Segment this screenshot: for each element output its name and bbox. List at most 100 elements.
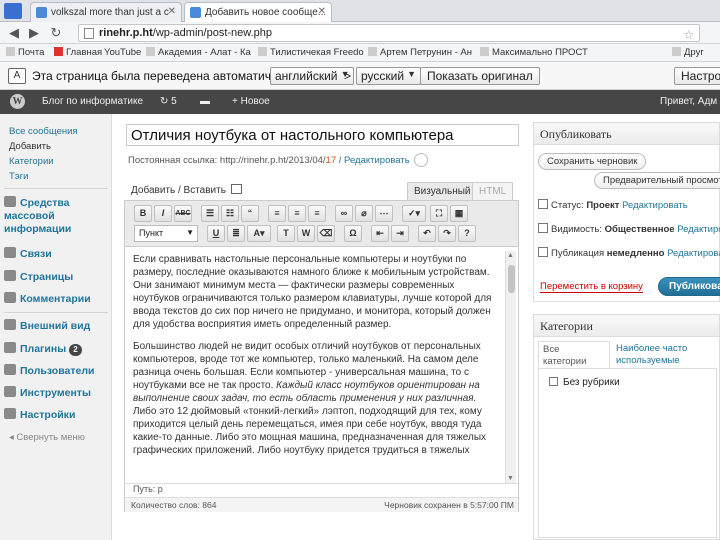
sidebar-item-all-posts[interactable]: Все сообщения xyxy=(9,126,78,137)
back-icon[interactable]: ◀ xyxy=(6,25,22,41)
site-name-link[interactable]: Блог по информатике xyxy=(42,96,143,107)
collapse-menu-link[interactable]: ◂ Свернуть меню xyxy=(9,432,85,443)
undo-icon[interactable]: ↶ xyxy=(418,225,436,242)
sidebar-item-appearance[interactable]: Внешний вид xyxy=(4,319,90,332)
schedule-edit-link[interactable]: Редактировать xyxy=(667,248,720,259)
post-title-input[interactable]: Отличия ноутбука от настольного компьюте… xyxy=(126,124,519,146)
spellcheck-icon[interactable]: ✓▾ xyxy=(402,205,426,222)
paste-word-icon[interactable]: W xyxy=(297,225,315,242)
outdent-icon[interactable]: ⇤ xyxy=(371,225,389,242)
source-language-select[interactable]: английский ▼ xyxy=(270,67,355,85)
strikethrough-icon[interactable]: ABC xyxy=(174,205,192,222)
permalink-edit-link[interactable]: / Редактировать xyxy=(339,155,410,166)
menu-separator xyxy=(4,188,108,189)
category-list: Без рубрики xyxy=(538,368,717,538)
permalink-slug[interactable]: 17 xyxy=(326,155,337,166)
special-char-icon[interactable]: Ω xyxy=(344,225,362,242)
add-media-link[interactable]: Добавить / Вставить xyxy=(131,184,242,196)
paste-text-icon[interactable]: T xyxy=(277,225,295,242)
text-color-icon[interactable]: A▾ xyxy=(247,225,271,242)
scroll-down-icon[interactable]: ▼ xyxy=(507,475,514,482)
status-edit-link[interactable]: Редактировать xyxy=(622,200,688,211)
sidebar-item-categories[interactable]: Категории xyxy=(9,156,54,167)
italic-icon[interactable]: I xyxy=(154,205,172,222)
sidebar-item-plugins[interactable]: Плагины 2 xyxy=(4,342,82,356)
bookmark-item[interactable]: Максимально ПРОСТ xyxy=(480,47,588,58)
url-field[interactable]: rinehr.p.ht/wp-admin/post-new.php ☆ xyxy=(78,24,700,42)
blockquote-icon[interactable]: “ xyxy=(241,205,259,222)
bookmark-item[interactable]: Академия - Алат - Ка xyxy=(146,47,251,58)
kitchen-sink-icon[interactable]: ▦ xyxy=(450,205,468,222)
link-icon[interactable]: ∞ xyxy=(335,205,353,222)
bookmark-item[interactable]: YouTube xyxy=(104,47,141,58)
indent-icon[interactable]: ⇥ xyxy=(391,225,409,242)
category-item[interactable]: Без рубрики xyxy=(549,377,620,388)
fullscreen-icon[interactable]: ⛶ xyxy=(430,205,448,222)
clear-formatting-icon[interactable]: ⌫ xyxy=(317,225,335,242)
bookmark-item[interactable]: Друг xyxy=(672,47,704,58)
redo-icon[interactable]: ↷ xyxy=(438,225,456,242)
scroll-up-icon[interactable]: ▲ xyxy=(507,252,514,259)
sidebar-item-tools[interactable]: Инструменты xyxy=(4,386,91,399)
align-left-icon[interactable]: ≡ xyxy=(268,205,286,222)
bullet-list-icon[interactable]: ☰ xyxy=(201,205,219,222)
tab-all-categories[interactable]: Все категории xyxy=(538,341,610,369)
address-bar: ◀ ▶ ↻ rinehr.p.ht/wp-admin/post-new.php … xyxy=(0,22,720,44)
help-icon[interactable]: ? xyxy=(458,225,476,242)
show-original-button[interactable]: Показать оригинал xyxy=(420,67,540,85)
format-select[interactable]: Пункт ▼ xyxy=(134,225,198,242)
target-language-select[interactable]: русский ▼ xyxy=(356,67,422,85)
calendar-icon xyxy=(538,247,548,257)
browser-tab-active[interactable]: Добавить новое сообще... ✕ xyxy=(184,2,332,22)
url-path: /wp-admin/post-new.php xyxy=(152,27,273,39)
tab-popular-categories[interactable]: Наиболее часто используемые xyxy=(612,341,716,369)
close-tab-icon[interactable]: ✕ xyxy=(168,6,176,17)
new-content-link[interactable]: + Новое xyxy=(232,96,270,107)
bookmark-item[interactable]: Артем Петрунин - Ан xyxy=(368,47,472,58)
preview-button[interactable]: Предварительный просмотр xyxy=(594,172,720,189)
move-to-trash-link[interactable]: Переместить в корзину xyxy=(540,281,643,293)
more-tag-icon[interactable]: ⋯ xyxy=(375,205,393,222)
justify-icon[interactable]: ≣ xyxy=(227,225,245,242)
translate-settings-button[interactable]: Настройки xyxy=(674,67,720,85)
bookmark-item[interactable]: Почта xyxy=(6,47,44,58)
align-center-icon[interactable]: ≡ xyxy=(288,205,306,222)
numbered-list-icon[interactable]: ☷ xyxy=(221,205,239,222)
unlink-icon[interactable]: ⌀ xyxy=(355,205,373,222)
sidebar-item-comments[interactable]: Комментарии xyxy=(4,292,91,305)
publish-button[interactable]: Публиковать xyxy=(658,277,720,296)
comments-icon[interactable]: ▬ xyxy=(200,96,210,107)
bookmark-star-icon[interactable]: ☆ xyxy=(683,28,694,42)
greeting-link[interactable]: Привет, Адм xyxy=(660,96,717,107)
tools-icon xyxy=(4,386,16,397)
bookmark-item[interactable]: Тилистичекая Freedo xyxy=(258,47,364,58)
tab-html[interactable]: HTML xyxy=(472,182,514,201)
sidebar-item-links[interactable]: Связи xyxy=(4,247,52,260)
editor-content[interactable]: Если сравнивать настольные персональные … xyxy=(133,253,497,481)
underline-icon[interactable]: U xyxy=(207,225,225,242)
tab-visual[interactable]: Визуальный xyxy=(407,182,478,201)
scroll-thumb[interactable] xyxy=(508,265,515,293)
bold-icon[interactable]: B xyxy=(134,205,152,222)
post-visibility: Видимость: Общественное Редактировать xyxy=(538,223,720,235)
category-checkbox[interactable] xyxy=(549,377,558,386)
browser-tab[interactable]: volkszal more than just a c ✕ xyxy=(30,2,182,22)
sidebar-item-tags[interactable]: Тэги xyxy=(9,171,28,182)
visibility-edit-link[interactable]: Редактировать xyxy=(677,224,720,235)
sidebar-item-media[interactable]: Средства массовой информации xyxy=(4,196,108,236)
sidebar-item-users[interactable]: Пользователи xyxy=(4,364,94,377)
close-tab-icon[interactable]: ✕ xyxy=(318,6,326,17)
bookmark-item[interactable]: Главная xyxy=(54,47,102,58)
align-right-icon[interactable]: ≡ xyxy=(308,205,326,222)
permalink: Постоянная ссылка: http://rinehr.p.ht/20… xyxy=(128,153,429,167)
forward-icon[interactable]: ▶ xyxy=(26,25,42,41)
sidebar-item-pages[interactable]: Страницы xyxy=(4,270,73,283)
editor-scrollbar[interactable]: ▲ ▼ xyxy=(505,251,516,483)
wordpress-logo-icon[interactable]: W xyxy=(10,94,25,109)
browser-menu-icon[interactable] xyxy=(4,3,22,19)
sidebar-item-add-post[interactable]: Добавить xyxy=(9,141,51,152)
save-draft-button[interactable]: Сохранить черновик xyxy=(538,153,647,170)
sidebar-item-settings[interactable]: Настройки xyxy=(4,408,75,421)
updates-link[interactable]: ↻ 5 xyxy=(160,96,177,107)
reload-icon[interactable]: ↻ xyxy=(48,25,64,41)
